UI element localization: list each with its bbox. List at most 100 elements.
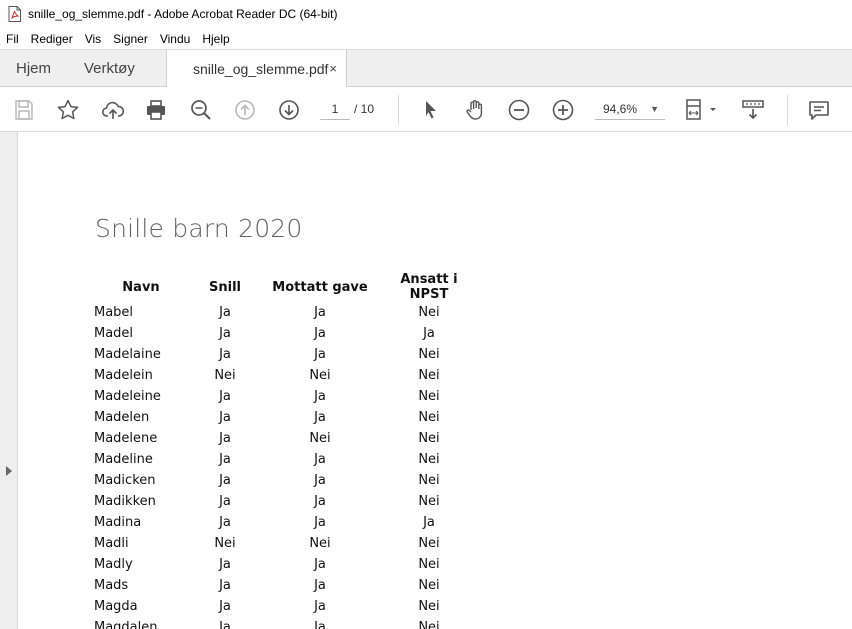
cell-ansatt-npst: Nei [418,620,440,629]
table-row: Madeleine Ja Ja Nei [91,386,477,407]
cell-mottatt-gave: Ja [314,473,326,488]
table-row: Madelen Ja Ja Nei [91,407,477,428]
hand-pan-icon[interactable] [462,97,488,123]
cell-ansatt-npst: Nei [418,347,440,362]
table-row: Madly Ja Ja Nei [91,554,477,575]
cell-snill: Ja [219,452,231,467]
comment-icon[interactable] [806,97,832,123]
table-row: Madeline Ja Ja Nei [91,449,477,470]
cell-ansatt-npst: Nei [418,452,440,467]
cell-ansatt-npst: Ja [423,326,435,341]
cell-mottatt-gave: Ja [314,410,326,425]
cell-name: Madikken [94,494,156,509]
header-navn: Navn [122,279,160,295]
cell-mottatt-gave: Ja [314,599,326,614]
cell-mottatt-gave: Ja [314,620,326,629]
page-fit-icon[interactable] [684,97,720,123]
menu-bar: Fil Rediger Vis Signer Vindu Hjelp [0,28,852,49]
cell-snill: Ja [219,305,231,320]
cell-ansatt-npst: Nei [418,557,440,572]
toolbar-divider [398,95,399,125]
table-row: Magdalen Ja Ja Nei [91,617,477,629]
cell-name: Mabel [94,305,134,320]
cell-mottatt-gave: Ja [314,557,326,572]
cell-mottatt-gave: Ja [314,305,326,320]
tab-document-label: snille_og_slemme.pdf [193,61,329,77]
select-pointer-icon[interactable] [418,97,444,123]
cell-name: Madina [94,515,142,530]
page-up-icon[interactable] [232,97,258,123]
cell-name: Madly [94,557,133,572]
table-header-row: Navn Snill Mottatt gave Ansatt i NPST [91,272,477,302]
zoom-search-icon[interactable] [188,97,214,123]
toolbar-divider [787,95,788,125]
children-table: Navn Snill Mottatt gave Ansatt i NPST Ma… [91,272,477,629]
menu-hjelp[interactable]: Hjelp [202,32,229,46]
menu-rediger[interactable]: Rediger [31,32,73,46]
cell-snill: Ja [219,389,231,404]
table-row: Madelene Ja Nei Nei [91,428,477,449]
table-row: Madel Ja Ja Ja [91,323,477,344]
cell-mottatt-gave: Nei [309,431,331,446]
cell-ansatt-npst: Nei [418,599,440,614]
cell-mottatt-gave: Nei [309,368,331,383]
cell-snill: Ja [219,557,231,572]
table-row: Madli Nei Nei Nei [91,533,477,554]
cell-name: Madelein [94,368,153,383]
cell-ansatt-npst: Nei [418,389,440,404]
zoom-out-icon[interactable] [506,97,532,123]
close-tab-icon[interactable]: × [329,61,337,76]
menu-vis[interactable]: Vis [85,32,101,46]
zoom-level-value: 94,6% [603,102,638,116]
cell-ansatt-npst: Nei [418,410,440,425]
header-snill: Snill [209,279,241,295]
pdf-file-icon [8,6,21,22]
cell-ansatt-npst: Nei [418,473,440,488]
cell-snill: Ja [219,578,231,593]
cell-snill: Ja [219,494,231,509]
tab-home[interactable]: Hjem [16,50,51,87]
cell-name: Madelen [94,410,150,425]
table-row: Magda Ja Ja Nei [91,596,477,617]
cell-name: Madel [94,326,134,341]
tab-document[interactable]: snille_og_slemme.pdf × [166,50,347,88]
cell-name: Madeline [94,452,153,467]
cell-mottatt-gave: Ja [314,347,326,362]
title-bar: snille_og_slemme.pdf - Adobe Acrobat Rea… [0,0,852,28]
print-icon[interactable] [143,97,169,123]
cell-ansatt-npst: Nei [418,368,440,383]
zoom-level-select[interactable]: 94,6% ▼ [595,98,665,120]
table-row: Madikken Ja Ja Nei [91,491,477,512]
cell-name: Madeleine [94,389,161,404]
table-row: Madina Ja Ja Ja [91,512,477,533]
save-icon[interactable] [11,97,37,123]
upload-icon[interactable] [100,97,126,123]
window-title: snille_og_slemme.pdf - Adobe Acrobat Rea… [28,7,338,21]
page-down-icon[interactable] [276,97,302,123]
cell-mottatt-gave: Ja [314,452,326,467]
cell-snill: Ja [219,431,231,446]
cell-ansatt-npst: Nei [418,494,440,509]
table-row: Mads Ja Ja Nei [91,575,477,596]
menu-vindu[interactable]: Vindu [160,32,190,46]
cell-name: Magda [94,599,138,614]
page-number-input[interactable]: 1 [320,98,350,120]
cell-name: Madelene [94,431,158,446]
menu-fil[interactable]: Fil [6,32,19,46]
cell-mottatt-gave: Ja [314,515,326,530]
tab-tools[interactable]: Verktøy [84,50,135,87]
menu-signer[interactable]: Signer [113,32,148,46]
cell-ansatt-npst: Nei [418,305,440,320]
cell-snill: Ja [219,620,231,629]
expand-panel-icon[interactable] [6,466,12,476]
left-panel-rail [0,132,18,629]
cell-ansatt-npst: Nei [418,431,440,446]
header-ansatt-npst: Ansatt i NPST [400,272,458,302]
zoom-in-icon[interactable] [550,97,576,123]
table-row: Madelein Nei Nei Nei [91,365,477,386]
cell-snill: Ja [219,473,231,488]
scroll-mode-icon[interactable] [740,97,766,123]
cell-snill: Ja [219,326,231,341]
bookmark-star-icon[interactable] [55,97,81,123]
table-row: Madelaine Ja Ja Nei [91,344,477,365]
